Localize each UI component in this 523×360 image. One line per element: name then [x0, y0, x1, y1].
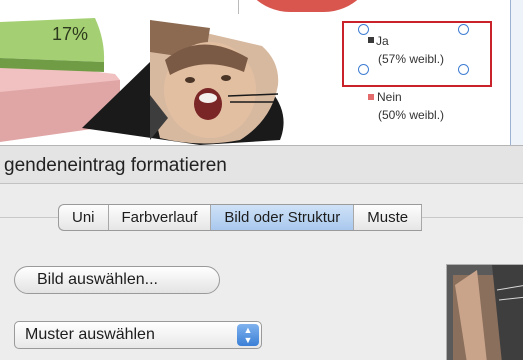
tab-bild-oder-struktur[interactable]: Bild oder Struktur: [211, 205, 355, 230]
legend-entry-nein-label: Nein: [377, 90, 402, 104]
data-label-percent: 17%: [52, 24, 88, 44]
selection-handle-bottom-left[interactable]: [358, 64, 369, 75]
legend-swatch-nein: [368, 94, 374, 100]
tab-muster[interactable]: Muste: [354, 205, 423, 230]
format-legend-entry-dialog: gendeneintrag formatieren Uni Farbverlau…: [0, 145, 523, 360]
preview-image: [447, 265, 523, 360]
selection-handle-bottom-right[interactable]: [458, 64, 469, 75]
tab-farbverlauf[interactable]: Farbverlauf: [109, 205, 212, 230]
selection-handle-top-right[interactable]: [458, 24, 469, 35]
picture-preview: [446, 264, 523, 360]
tab-uni[interactable]: Uni: [59, 205, 109, 230]
dialog-title: gendeneintrag formatieren: [4, 155, 227, 176]
chart-area: 17% Ja (57% weibl.) Nein (50% weibl.): [0, 0, 523, 145]
selection-handle-top-left[interactable]: [358, 24, 369, 35]
chevron-up-down-icon: ▲ ▼: [237, 324, 259, 346]
legend-entry-nein-sublabel: (50% weibl.): [378, 108, 445, 122]
pattern-select-value: Muster auswählen: [25, 326, 155, 343]
screenshot: 17% Ja (57% weibl.) Nein (50% weibl.) ge…: [0, 0, 523, 360]
window-edge-strip: [510, 0, 523, 145]
dialog-titlebar[interactable]: gendeneintrag formatieren: [0, 146, 523, 184]
choose-picture-button[interactable]: Bild auswählen...: [14, 266, 220, 294]
pattern-select[interactable]: Muster auswählen ▲ ▼: [14, 321, 262, 349]
chart-gridline: [238, 0, 239, 14]
fill-type-tabs: Uni Farbverlauf Bild oder Struktur Muste: [58, 204, 423, 231]
